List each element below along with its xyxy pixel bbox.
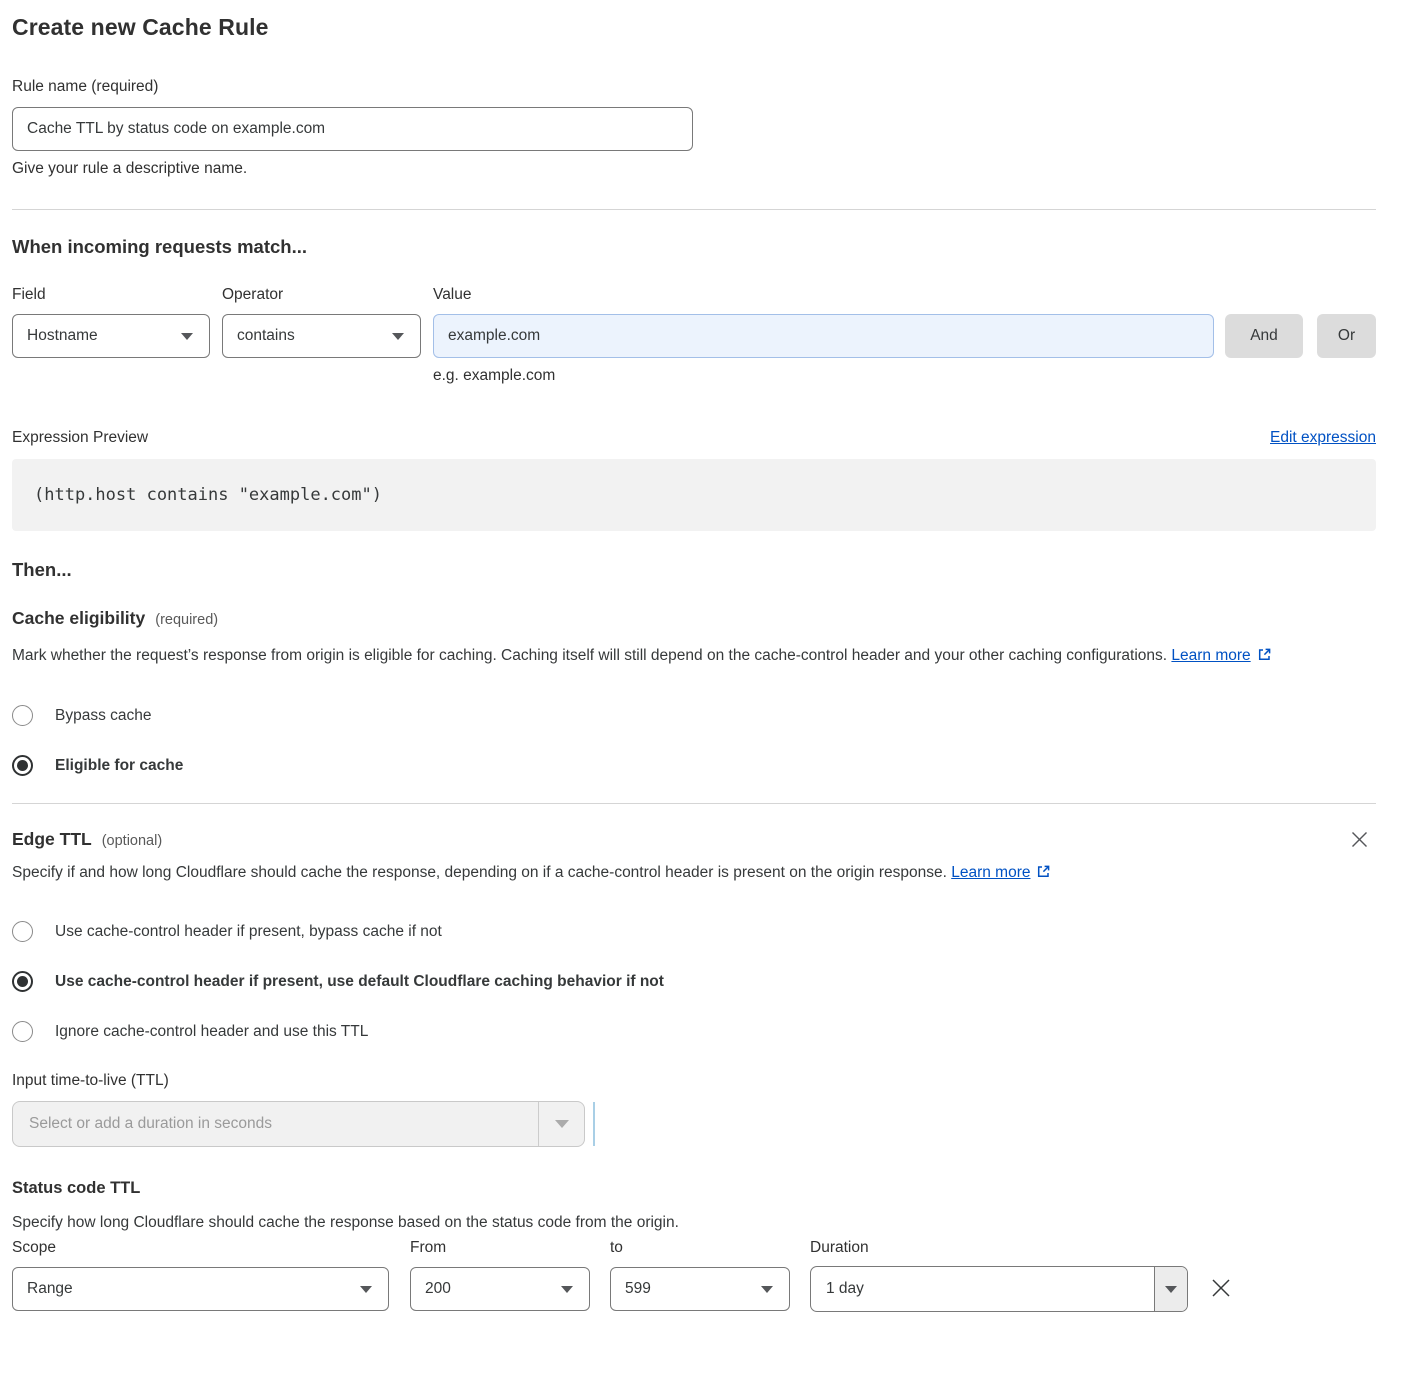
scope-select[interactable]: Range xyxy=(12,1267,389,1311)
edit-expression-link[interactable]: Edit expression xyxy=(1270,429,1376,447)
to-select[interactable]: 599 xyxy=(610,1267,790,1311)
value-input[interactable] xyxy=(433,314,1214,358)
learn-more-link[interactable]: Learn more xyxy=(1171,647,1250,664)
value-label: Value xyxy=(433,286,1214,304)
section-divider xyxy=(12,803,1376,804)
chevron-down-icon xyxy=(392,333,404,340)
operator-select[interactable]: contains xyxy=(222,314,421,358)
rule-name-input[interactable] xyxy=(12,107,693,151)
radio-checked-icon xyxy=(12,755,33,776)
edge-ttl-heading: Edge TTL xyxy=(12,829,92,850)
section-divider xyxy=(12,209,1376,210)
value-helper: e.g. example.com xyxy=(433,367,1376,385)
ttl-input-label: Input time-to-live (TTL) xyxy=(12,1072,1376,1090)
chevron-down-icon xyxy=(181,333,193,340)
radio-cc-default[interactable]: Use cache-control header if present, use… xyxy=(12,971,1376,992)
chevron-down-icon xyxy=(761,1286,773,1293)
status-code-ttl-heading: Status code TTL xyxy=(12,1179,1376,1198)
chevron-down-icon[interactable] xyxy=(538,1102,584,1146)
ttl-placeholder: Select or add a duration in seconds xyxy=(13,1115,272,1133)
scope-select-value: Range xyxy=(27,1280,73,1298)
chevron-down-icon xyxy=(561,1286,573,1293)
radio-icon xyxy=(12,705,33,726)
radio-cc-ignore[interactable]: Ignore cache-control header and use this… xyxy=(12,1021,1376,1042)
radio-cc-bypass[interactable]: Use cache-control header if present, byp… xyxy=(12,921,1376,942)
cache-eligibility-description: Mark whether the request’s response from… xyxy=(12,642,1352,672)
ttl-duration-select[interactable]: Select or add a duration in seconds xyxy=(12,1101,585,1147)
page-title: Create new Cache Rule xyxy=(12,0,1376,41)
or-button[interactable]: Or xyxy=(1317,314,1376,358)
from-select-value: 200 xyxy=(425,1280,451,1298)
then-heading: Then... xyxy=(12,559,1376,581)
text-cursor xyxy=(593,1102,595,1146)
from-label: From xyxy=(410,1239,590,1257)
operator-label: Operator xyxy=(222,286,421,304)
expression-preview-label: Expression Preview xyxy=(12,429,148,447)
field-label: Field xyxy=(12,286,210,304)
chevron-down-icon[interactable] xyxy=(1154,1267,1187,1311)
scope-label: Scope xyxy=(12,1239,389,1257)
close-icon[interactable] xyxy=(1349,829,1370,853)
duration-select-value: 1 day xyxy=(826,1280,864,1298)
status-code-ttl-description: Specify how long Cloudflare should cache… xyxy=(12,1209,1376,1237)
external-link-icon xyxy=(1257,644,1272,672)
optional-tag: (optional) xyxy=(102,833,162,849)
operator-select-value: contains xyxy=(237,327,295,345)
learn-more-link[interactable]: Learn more xyxy=(951,864,1030,881)
rule-name-label: Rule name (required) xyxy=(12,78,1376,96)
radio-icon xyxy=(12,1021,33,1042)
required-tag: (required) xyxy=(155,612,218,628)
rule-name-helper: Give your rule a descriptive name. xyxy=(12,160,1376,178)
radio-eligible-for-cache[interactable]: Eligible for cache xyxy=(12,755,1376,776)
match-heading: When incoming requests match... xyxy=(12,236,1376,258)
and-button[interactable]: And xyxy=(1225,314,1303,358)
external-link-icon xyxy=(1036,861,1051,889)
edge-ttl-description: Specify if and how long Cloudflare shoul… xyxy=(12,859,1112,889)
chevron-down-icon xyxy=(360,1286,372,1293)
delete-row-icon[interactable] xyxy=(1208,1275,1234,1304)
radio-bypass-cache[interactable]: Bypass cache xyxy=(12,705,1376,726)
expression-preview-code: (http.host contains "example.com") xyxy=(12,459,1376,531)
to-select-value: 599 xyxy=(625,1280,651,1298)
duration-select[interactable]: 1 day xyxy=(810,1266,1188,1312)
from-select[interactable]: 200 xyxy=(410,1267,590,1311)
duration-label: Duration xyxy=(810,1239,1188,1257)
radio-checked-icon xyxy=(12,971,33,992)
field-select[interactable]: Hostname xyxy=(12,314,210,358)
radio-icon xyxy=(12,921,33,942)
cache-eligibility-heading: Cache eligibility xyxy=(12,608,145,629)
to-label: to xyxy=(610,1239,790,1257)
field-select-value: Hostname xyxy=(27,327,98,345)
